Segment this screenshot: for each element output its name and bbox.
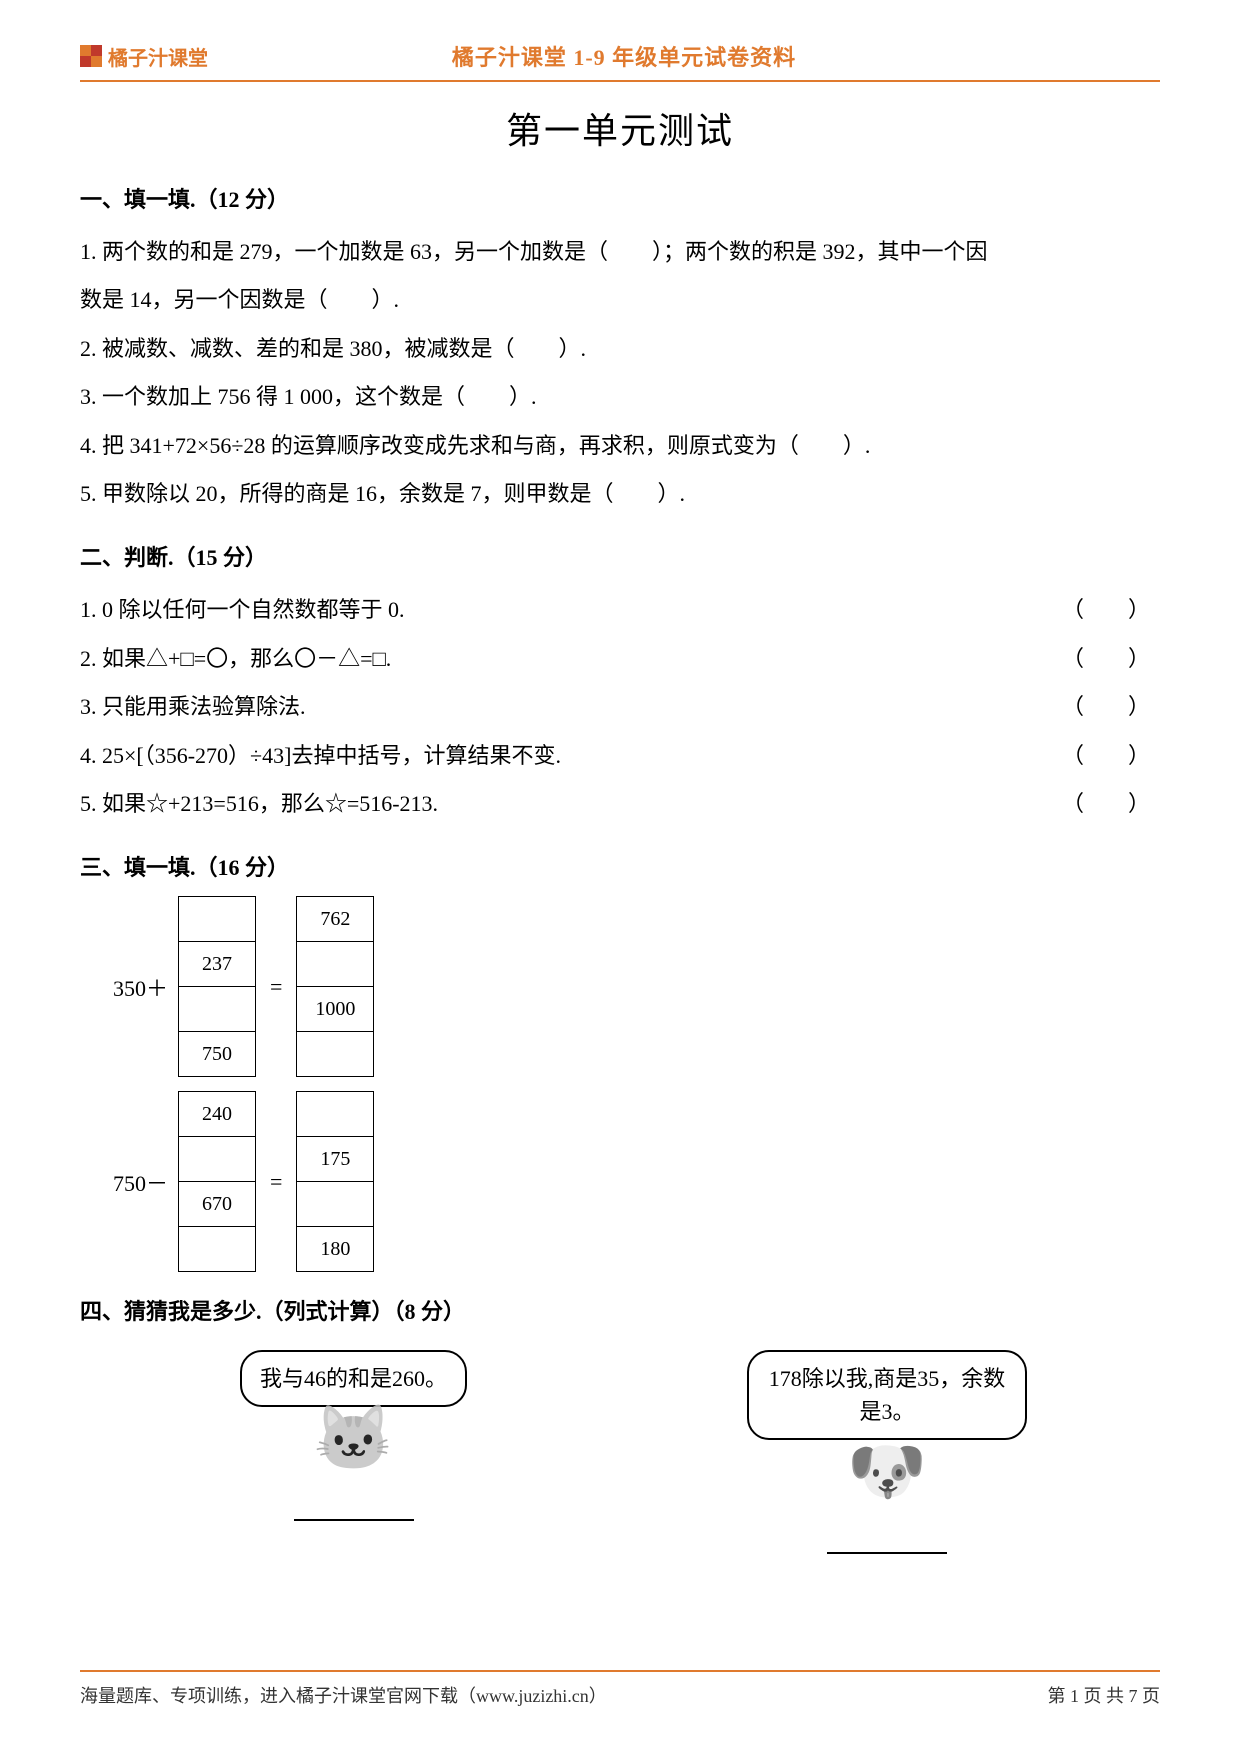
eq2-l2: 670 — [178, 1181, 256, 1227]
s1-q4: 4. 把 341+72×56÷28 的运算顺序改变成先求和与商，再求积，则原式变… — [80, 422, 1160, 470]
eq1-r3 — [296, 1031, 374, 1077]
brand: 橘子汁课堂 — [80, 42, 208, 71]
eq1-r0: 762 — [296, 896, 374, 942]
eq1-label: 350＋ — [90, 971, 168, 1003]
brand-logo-icon — [80, 45, 102, 67]
s2-q3: 3. 只能用乘法验算除法. （ ） — [80, 683, 1160, 731]
s2-q5-text: 5. 如果☆+213=516，那么☆=516-213. — [80, 780, 438, 828]
dog-icon: 🐶 — [847, 1440, 927, 1504]
eq2-r1: 175 — [296, 1136, 374, 1182]
s1-q3: 3. 一个数加上 756 得 1 000，这个数是（ ）. — [80, 373, 1160, 421]
eq1-sign: = — [266, 974, 286, 1000]
footer-left: 海量题库、专项训练，进入橘子汁课堂官网下载（www.juzizhi.cn） — [80, 1682, 607, 1708]
page-header: 橘子汁课堂 橘子汁课堂 1-9 年级单元试卷资料 — [80, 40, 1160, 82]
s2-q2-paren: （ ） — [1062, 635, 1160, 683]
eq2-right-col: 175 180 — [296, 1091, 374, 1272]
eq-block-1: 350＋ 237 750 = 762 1000 — [90, 896, 1160, 1077]
s2-q4: 4. 25×[（356-270）÷43]去掉中括号，计算结果不变. （ ） — [80, 732, 1160, 780]
header-title: 橘子汁课堂 1-9 年级单元试卷资料 — [208, 40, 1040, 72]
speech-bubble-1: 我与46的和是260。 — [240, 1350, 467, 1407]
fig-1: 我与46的和是260。 🐱 — [240, 1350, 467, 1554]
s2-q3-paren: （ ） — [1062, 683, 1160, 731]
eq2-l1 — [178, 1136, 256, 1182]
s1-q2: 2. 被减数、减数、差的和是 380，被减数是（ ）. — [80, 325, 1160, 373]
s1-q5: 5. 甲数除以 20，所得的商是 16，余数是 7，则甲数是（ ）. — [80, 470, 1160, 518]
section3-body: 350＋ 237 750 = 762 1000 750－ 240 670 — [90, 896, 1160, 1272]
main-title: 第一单元测试 — [80, 102, 1160, 154]
speech-bubble-2: 178除以我,商是35，余数是3。 — [747, 1350, 1027, 1440]
eq1-left-col: 237 750 — [178, 896, 256, 1077]
s2-q5-paren: （ ） — [1062, 780, 1160, 828]
section4-title: 四、猜猜我是多少.（列式计算）（8 分） — [80, 1294, 1160, 1326]
s2-q1-text: 1. 0 除以任何一个自然数都等于 0. — [80, 586, 405, 634]
eq1-l0 — [178, 896, 256, 942]
eq1-r1 — [296, 941, 374, 987]
fig-2: 178除以我,商是35，余数是3。 🐶 — [747, 1350, 1027, 1554]
s2-q4-text: 4. 25×[（356-270）÷43]去掉中括号，计算结果不变. — [80, 732, 561, 780]
s1-q1a: 1. 两个数的和是 279，一个加数是 63，另一个加数是（ ）；两个数的积是 … — [80, 228, 1160, 276]
answer-line-2 — [827, 1522, 947, 1554]
s2-q2-text: 2. 如果△+□=〇，那么〇－△=□. — [80, 635, 391, 683]
eq1-r2: 1000 — [296, 986, 374, 1032]
eq2-left-col: 240 670 — [178, 1091, 256, 1272]
s2-q5: 5. 如果☆+213=516，那么☆=516-213. （ ） — [80, 780, 1160, 828]
s2-q3-text: 3. 只能用乘法验算除法. — [80, 683, 306, 731]
eq2-label: 750－ — [90, 1166, 168, 1198]
section1-title: 一、填一填.（12 分） — [80, 182, 1160, 214]
s2-q1: 1. 0 除以任何一个自然数都等于 0. （ ） — [80, 586, 1160, 634]
eq1-right-col: 762 1000 — [296, 896, 374, 1077]
eq2-r3: 180 — [296, 1226, 374, 1272]
eq1-l2 — [178, 986, 256, 1032]
eq2-r2 — [296, 1181, 374, 1227]
page: 橘子汁课堂 橘子汁课堂 1-9 年级单元试卷资料 第一单元测试 一、填一填.（1… — [0, 0, 1240, 1754]
page-footer: 海量题库、专项训练，进入橘子汁课堂官网下载（www.juzizhi.cn） 第 … — [80, 1670, 1160, 1708]
eq2-sign: = — [266, 1169, 286, 1195]
s1-q1b: 数是 14，另一个因数是（ ）. — [80, 276, 1160, 324]
s2-q1-paren: （ ） — [1062, 586, 1160, 634]
brand-text: 橘子汁课堂 — [108, 42, 208, 71]
s2-q2: 2. 如果△+□=〇，那么〇－△=□. （ ） — [80, 635, 1160, 683]
eq2-r0 — [296, 1091, 374, 1137]
section4-figures: 我与46的和是260。 🐱 178除以我,商是35，余数是3。 🐶 — [240, 1350, 1160, 1554]
footer-right: 第 1 页 共 7 页 — [1048, 1682, 1161, 1708]
section2-title: 二、判断.（15 分） — [80, 540, 1160, 572]
answer-line-1 — [294, 1489, 414, 1521]
eq-block-2: 750－ 240 670 = 175 180 — [90, 1091, 1160, 1272]
section3-title: 三、填一填.（16 分） — [80, 850, 1160, 882]
eq2-l3 — [178, 1226, 256, 1272]
eq1-l1: 237 — [178, 941, 256, 987]
eq1-l3: 750 — [178, 1031, 256, 1077]
eq2-l0: 240 — [178, 1091, 256, 1137]
cat-icon: 🐱 — [314, 1407, 394, 1471]
s2-q4-paren: （ ） — [1062, 732, 1160, 780]
